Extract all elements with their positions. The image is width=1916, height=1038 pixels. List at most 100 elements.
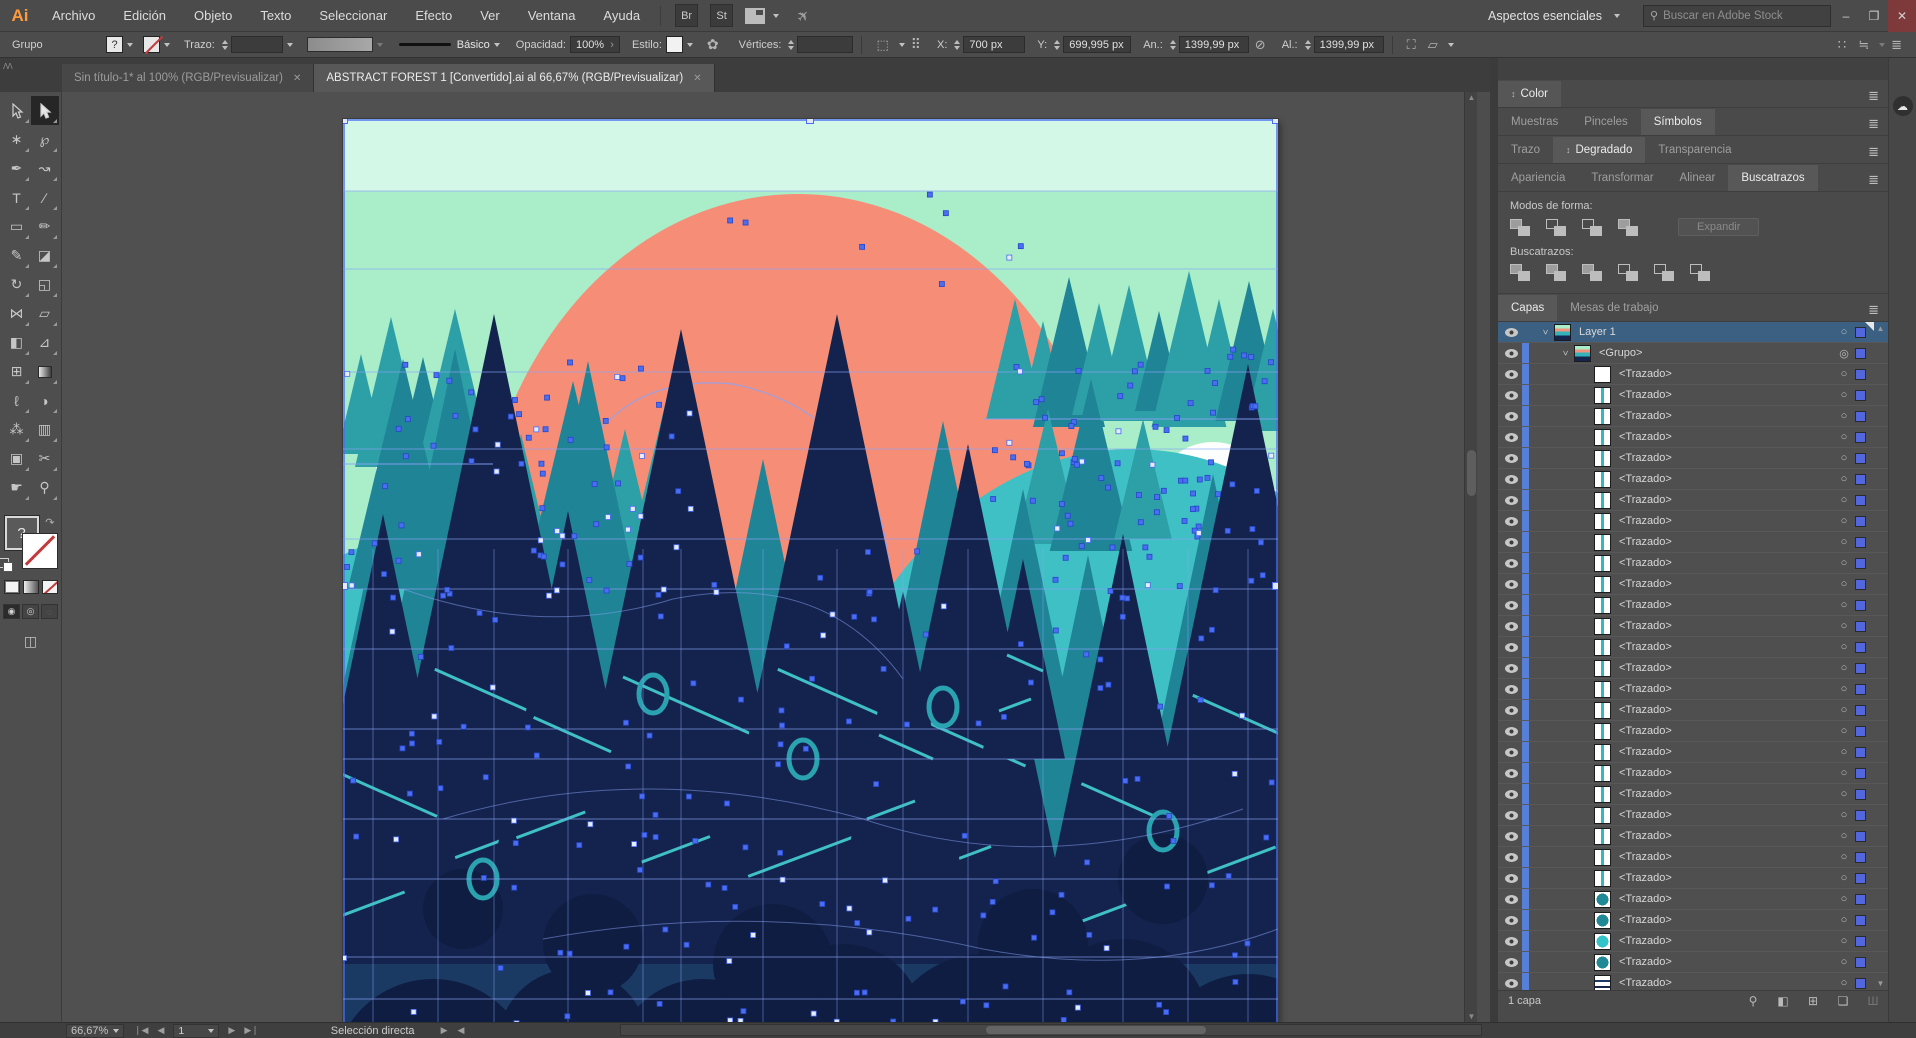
target-circle-icon[interactable]: ○ [1833, 662, 1855, 674]
layer-thumbnail[interactable] [1594, 597, 1611, 614]
merge-button[interactable] [1582, 264, 1602, 281]
layer-row-path-12[interactable]: <Trazado>○ [1498, 595, 1888, 616]
target-circle-icon[interactable]: ○ [1833, 956, 1855, 968]
minus-front-button[interactable] [1546, 219, 1566, 236]
menu-ventana[interactable]: Ventana [528, 8, 576, 23]
locate-object-icon[interactable]: ⚲ [1738, 994, 1768, 1008]
layer-name[interactable]: <Trazado> [1619, 431, 1833, 443]
selection-indicator-square[interactable] [1855, 600, 1866, 611]
visibility-eye-icon[interactable] [1498, 958, 1524, 967]
line-segment-tool[interactable]: ∕ [31, 183, 59, 212]
tab-trazo[interactable]: Trazo [1498, 137, 1553, 163]
layer-name[interactable]: <Trazado> [1619, 683, 1833, 695]
gpu-performance-icon[interactable]: ✈ [793, 5, 815, 27]
layer-name[interactable]: <Trazado> [1619, 725, 1833, 737]
visibility-eye-icon[interactable] [1498, 706, 1524, 715]
panel-menu-icon[interactable]: ≣ [1868, 172, 1878, 188]
first-artboard-button[interactable]: ❘◀ [134, 1025, 148, 1036]
type-tool[interactable]: T [3, 183, 31, 212]
target-circle-icon[interactable]: ○ [1833, 977, 1855, 989]
stroke-swatch[interactable] [143, 36, 160, 53]
visibility-eye-icon[interactable] [1498, 664, 1524, 673]
layer-row-path-4[interactable]: <Trazado>○ [1498, 427, 1888, 448]
layer-name[interactable]: <Trazado> [1619, 578, 1833, 590]
width-tool[interactable]: ⋈ [3, 299, 31, 328]
layer-row-path-3[interactable]: <Trazado>○ [1498, 406, 1888, 427]
layer-thumbnail[interactable] [1594, 891, 1611, 908]
selection-tool[interactable] [3, 96, 31, 125]
stroke-weight-field[interactable] [231, 36, 283, 53]
layer-row-layer1[interactable]: >Layer 1○ [1498, 322, 1888, 343]
layer-thumbnail[interactable] [1594, 828, 1611, 845]
visibility-eye-icon[interactable] [1498, 601, 1524, 610]
layer-thumbnail[interactable] [1594, 513, 1611, 530]
lasso-tool[interactable]: ℘ [31, 125, 59, 154]
none-button[interactable] [42, 580, 58, 594]
y-field[interactable]: 699,995 px [1063, 36, 1131, 53]
layer-name[interactable]: <Trazado> [1619, 536, 1833, 548]
chevron-down-icon[interactable] [287, 43, 293, 47]
layer-thumbnail[interactable] [1594, 933, 1611, 950]
layer-name[interactable]: <Trazado> [1619, 956, 1833, 968]
selection-indicator-square[interactable] [1855, 495, 1866, 506]
close-button[interactable]: ✕ [1888, 0, 1916, 32]
layer-name[interactable]: <Trazado> [1619, 599, 1833, 611]
selection-indicator-square[interactable] [1855, 789, 1866, 800]
close-tab-icon[interactable]: ✕ [693, 73, 701, 84]
menu-objeto[interactable]: Objeto [194, 8, 232, 23]
visibility-eye-icon[interactable] [1498, 328, 1524, 337]
eraser-tool[interactable]: ◪ [31, 241, 59, 270]
scrollbar-thumb[interactable] [1467, 450, 1476, 496]
visibility-eye-icon[interactable] [1498, 412, 1524, 421]
layer-row-path-9[interactable]: <Trazado>○ [1498, 532, 1888, 553]
tab-capas[interactable]: Capas [1498, 295, 1557, 321]
selection-indicator-square[interactable] [1855, 453, 1866, 464]
layer-row-path-5[interactable]: <Trazado>○ [1498, 448, 1888, 469]
zoom-tool[interactable]: ⚲ [31, 473, 59, 502]
distribute-icon[interactable]: ≒ [1858, 37, 1869, 53]
x-stepper[interactable] [954, 40, 960, 50]
visibility-eye-icon[interactable] [1498, 622, 1524, 631]
gradient-tool[interactable] [31, 357, 59, 386]
layer-row-path-14[interactable]: <Trazado>○ [1498, 637, 1888, 658]
swap-fill-stroke-icon[interactable]: ↷ [45, 516, 54, 529]
target-circle-icon[interactable]: ○ [1833, 620, 1855, 632]
layer-name[interactable]: <Trazado> [1619, 893, 1833, 905]
layer-thumbnail[interactable] [1594, 450, 1611, 467]
visibility-eye-icon[interactable] [1498, 748, 1524, 757]
recolor-artwork-icon[interactable]: ✿ [707, 36, 719, 53]
target-circle-icon[interactable]: ○ [1833, 872, 1855, 884]
target-circle-icon[interactable]: ○ [1833, 368, 1855, 380]
rectangle-tool[interactable]: ▭ [3, 212, 31, 241]
target-circle-icon[interactable]: ○ [1833, 914, 1855, 926]
tab-muestras[interactable]: Muestras [1498, 109, 1571, 135]
layer-row-path-13[interactable]: <Trazado>○ [1498, 616, 1888, 637]
selection-indicator-square[interactable] [1855, 873, 1866, 884]
target-circle-icon[interactable]: ○ [1833, 494, 1855, 506]
color-panel-header[interactable]: ↕ Color ≣ [1498, 80, 1888, 108]
target-circle-icon[interactable]: ○ [1833, 326, 1855, 338]
layer-name[interactable]: <Trazado> [1619, 410, 1833, 422]
selection-indicator-square[interactable] [1855, 957, 1866, 968]
visibility-eye-icon[interactable] [1498, 517, 1524, 526]
selection-indicator-square[interactable] [1855, 411, 1866, 422]
visibility-eye-icon[interactable] [1498, 391, 1524, 400]
direct-selection-tool[interactable] [31, 96, 59, 125]
chevron-down-icon[interactable] [1448, 43, 1454, 47]
target-circle-icon[interactable]: ○ [1833, 935, 1855, 947]
layer-row-path-11[interactable]: <Trazado>○ [1498, 574, 1888, 595]
reference-point-icon[interactable]: ⠿ [911, 36, 921, 53]
chevron-down-icon[interactable] [773, 14, 779, 18]
layer-name[interactable]: <Trazado> [1619, 662, 1833, 674]
target-circle-icon[interactable]: ○ [1833, 641, 1855, 653]
artboard-tool[interactable]: ▣ [3, 444, 31, 473]
layer-row-path-21[interactable]: <Trazado>○ [1498, 784, 1888, 805]
blend-tool[interactable]: ◑ [31, 386, 59, 415]
document-tab-2[interactable]: ABSTRACT FOREST 1 [Convertido].ai al 66,… [314, 64, 714, 92]
height-field[interactable]: 1399,99 px [1314, 36, 1384, 53]
layer-thumbnail[interactable] [1594, 786, 1611, 803]
tab-apariencia[interactable]: Apariencia [1498, 165, 1578, 191]
tab-mesas-de-trabajo[interactable]: Mesas de trabajo [1557, 295, 1671, 321]
layer-thumbnail[interactable] [1594, 492, 1611, 509]
layer-thumbnail[interactable] [1594, 471, 1611, 488]
